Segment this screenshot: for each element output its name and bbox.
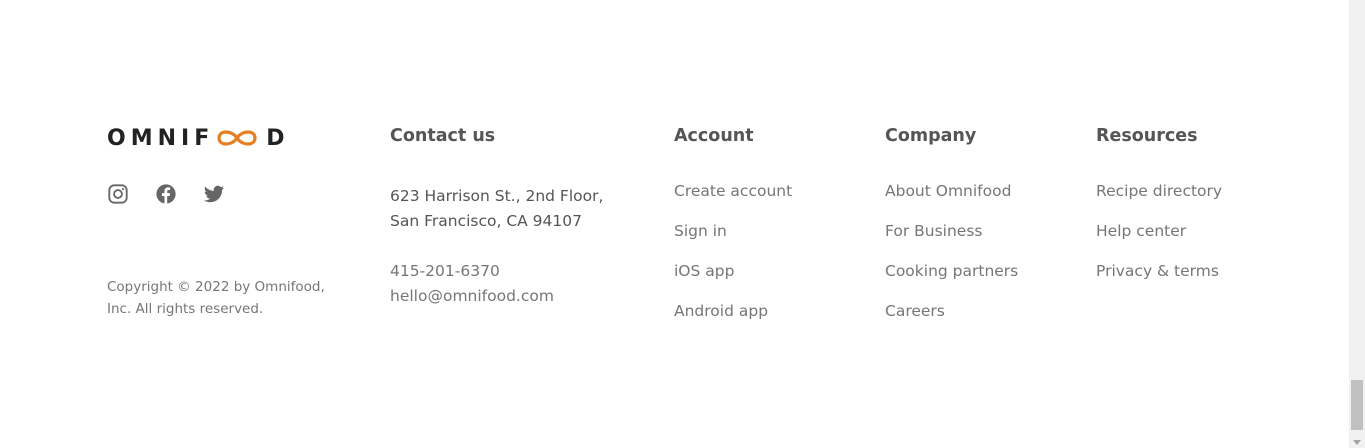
nav-item: Cooking partners bbox=[885, 261, 1018, 281]
nav-item: Android app bbox=[674, 301, 792, 321]
twitter-icon bbox=[203, 185, 225, 203]
nav-item: Sign in bbox=[674, 221, 792, 241]
nav-item: Help center bbox=[1096, 221, 1222, 241]
nav-item: iOS app bbox=[674, 261, 792, 281]
account-links: Create account Sign in iOS app Android a… bbox=[674, 181, 792, 321]
address-line-1: 623 Harrison St., 2nd Floor, bbox=[390, 187, 604, 205]
create-account-link[interactable]: Create account bbox=[674, 182, 792, 200]
nav-item: Privacy & terms bbox=[1096, 261, 1222, 281]
resources-links: Recipe directory Help center Privacy & t… bbox=[1096, 181, 1222, 281]
company-column: Company About Omnifood For Business Cook… bbox=[885, 125, 1018, 341]
scrollbar-thumb[interactable] bbox=[1351, 380, 1363, 430]
for-business-link[interactable]: For Business bbox=[885, 222, 983, 240]
nav-item: Create account bbox=[674, 181, 792, 201]
company-heading: Company bbox=[885, 126, 977, 146]
facebook-link[interactable] bbox=[155, 183, 177, 205]
resources-column: Resources Recipe directory Help center P… bbox=[1096, 125, 1222, 301]
email-link[interactable]: hello@omnifood.com bbox=[390, 284, 603, 309]
nav-item: For Business bbox=[885, 221, 1018, 241]
infinity-logo-icon bbox=[217, 130, 257, 146]
address-block: 623 Harrison St., 2nd Floor, San Francis… bbox=[390, 184, 603, 234]
logo-text-right: D bbox=[266, 125, 290, 151]
address-line-2: San Francisco, CA 94107 bbox=[390, 212, 582, 230]
account-heading: Account bbox=[674, 126, 754, 146]
sign-in-link[interactable]: Sign in bbox=[674, 222, 727, 240]
nav-item: About Omnifood bbox=[885, 181, 1018, 201]
contact-heading: Contact us bbox=[390, 126, 496, 146]
facebook-icon bbox=[156, 184, 176, 204]
phone-link[interactable]: 415-201-6370 bbox=[390, 259, 603, 284]
social-links bbox=[107, 183, 225, 205]
vertical-scrollbar[interactable] bbox=[1349, 0, 1365, 448]
scroll-down-arrow-icon[interactable] bbox=[1353, 440, 1361, 445]
twitter-link[interactable] bbox=[203, 183, 225, 205]
nav-item: Recipe directory bbox=[1096, 181, 1222, 201]
cooking-partners-link[interactable]: Cooking partners bbox=[885, 262, 1018, 280]
contact-address: 623 Harrison St., 2nd Floor, San Francis… bbox=[390, 184, 603, 309]
android-app-link[interactable]: Android app bbox=[674, 302, 768, 320]
about-link[interactable]: About Omnifood bbox=[885, 182, 1011, 200]
instagram-link[interactable] bbox=[107, 183, 129, 205]
ios-app-link[interactable]: iOS app bbox=[674, 262, 734, 280]
help-center-link[interactable]: Help center bbox=[1096, 222, 1186, 240]
resources-heading: Resources bbox=[1096, 126, 1198, 146]
account-column: Account Create account Sign in iOS app A… bbox=[674, 125, 792, 341]
careers-link[interactable]: Careers bbox=[885, 302, 945, 320]
instagram-icon bbox=[108, 184, 128, 204]
omnifood-logo[interactable]: OMNIF D bbox=[107, 125, 290, 151]
contact-column: Contact us 623 Harrison St., 2nd Floor, … bbox=[390, 125, 603, 309]
footer: OMNIF D Copyright © 2022 by Omnifood, In bbox=[0, 0, 1349, 448]
nav-item: Careers bbox=[885, 301, 1018, 321]
company-links: About Omnifood For Business Cooking part… bbox=[885, 181, 1018, 321]
copyright-text: Copyright © 2022 by Omnifood, Inc. All r… bbox=[107, 279, 325, 317]
recipe-directory-link[interactable]: Recipe directory bbox=[1096, 182, 1222, 200]
privacy-terms-link[interactable]: Privacy & terms bbox=[1096, 262, 1219, 280]
logo-text-left: OMNIF bbox=[107, 125, 215, 151]
